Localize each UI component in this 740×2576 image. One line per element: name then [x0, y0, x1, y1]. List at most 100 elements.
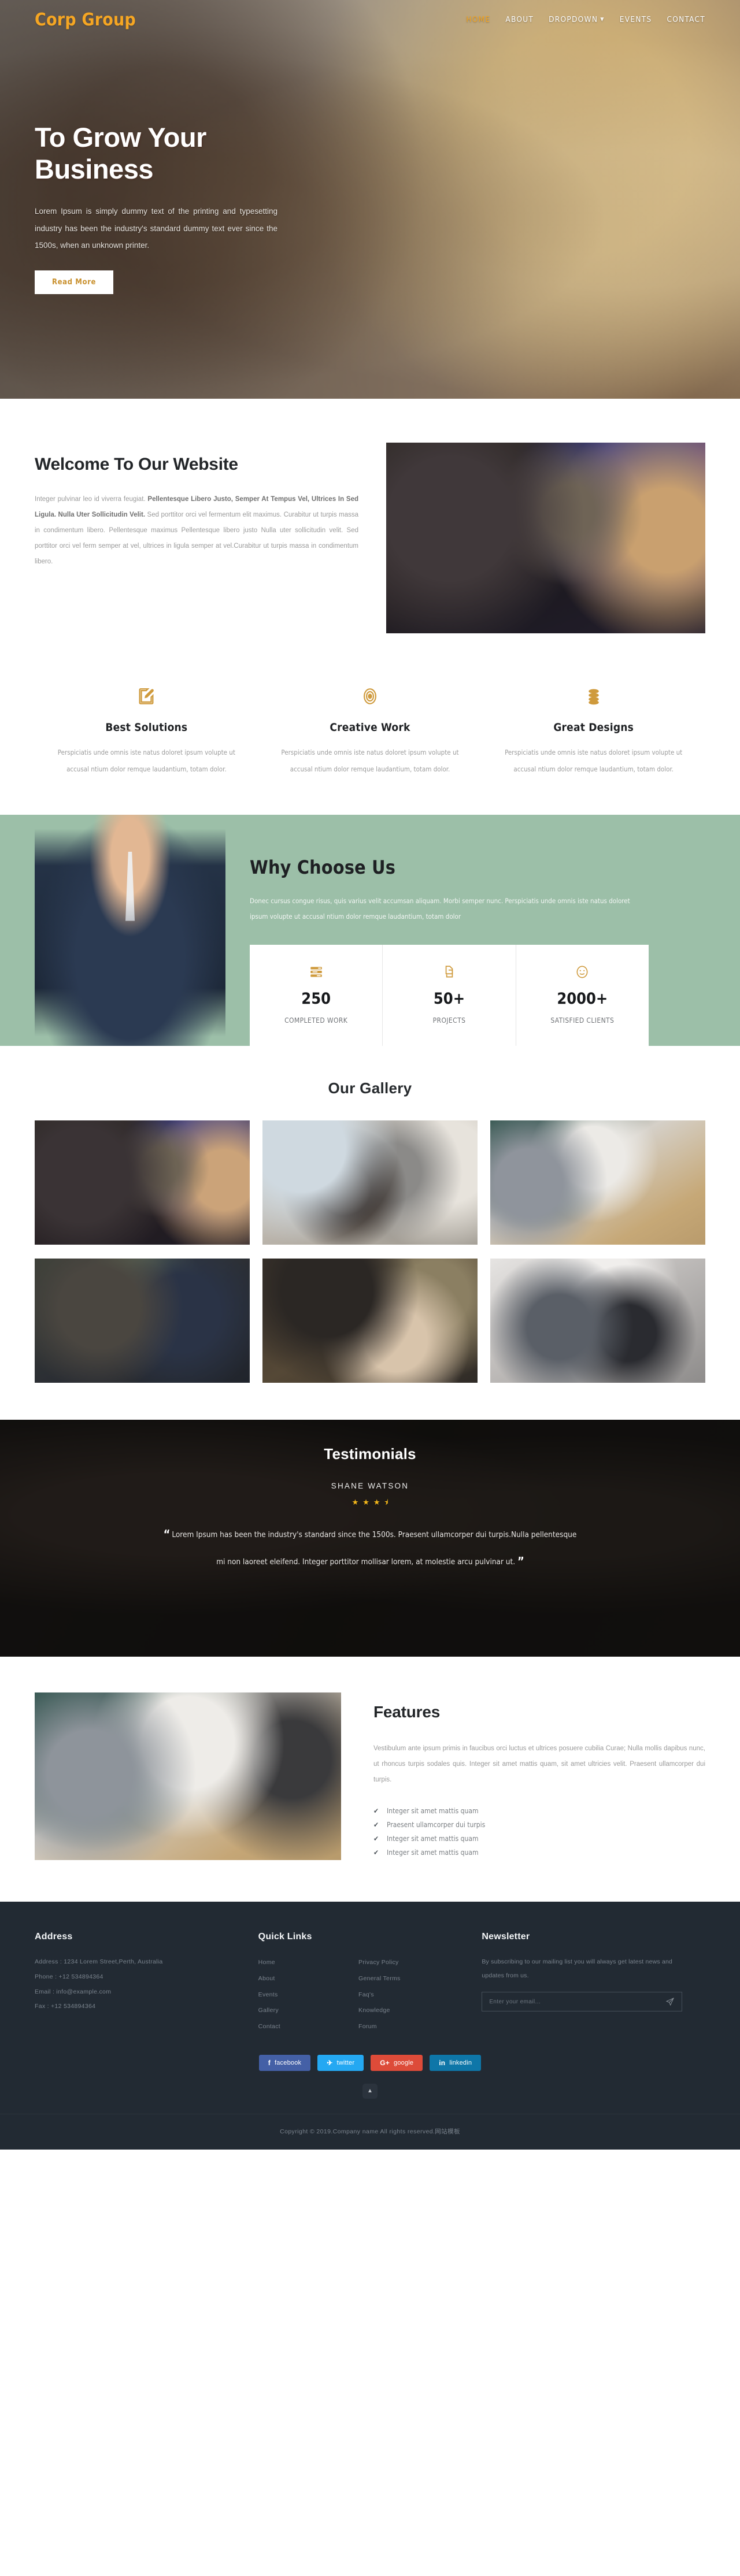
coin-stack-icon	[500, 683, 687, 710]
service-card: Creative Work Perspiciatis unde omnis is…	[258, 683, 482, 778]
check-icon: ✔	[373, 1807, 379, 1816]
social-buttons: f facebook ✈ twitter G+ google in linkedin	[35, 2035, 705, 2084]
twitter-icon: ✈	[327, 2058, 333, 2067]
service-text: Perspiciatis unde omnis iste natus dolor…	[281, 748, 459, 773]
footer-links-col-2: Privacy Policy General Terms Faq's Knowl…	[358, 1955, 458, 2035]
service-title: Great Designs	[553, 721, 634, 734]
stats-row: 250 COMPLETED WORK 50+ PROJECTS 2000+ SA…	[250, 944, 649, 1046]
stat-label: PROJECTS	[432, 1016, 466, 1025]
social-label: twitter	[336, 2059, 355, 2066]
star-icon: ★	[373, 1498, 380, 1507]
footer-newsletter-text: By subscribing to our mailing list you w…	[482, 1958, 673, 1980]
welcome-text-a: Integer pulvinar leo id viverra feugiat.	[35, 496, 148, 503]
star-icon: ★	[352, 1498, 359, 1507]
site-logo[interactable]: Corp Group	[35, 10, 136, 30]
pencil-square-icon	[53, 683, 240, 710]
social-label: facebook	[274, 2059, 302, 2066]
footer-links-col-1: Home About Events Gallery Contact	[258, 1955, 358, 2035]
copy-files-icon	[388, 962, 509, 982]
features-section: Features Vestibulum ante ipsum primis in…	[0, 1657, 740, 1902]
footer-newsletter-title: Newsletter	[482, 1932, 530, 1942]
footer-address-title: Address	[35, 1932, 73, 1942]
stat-card: 2000+ SATISFIED CLIENTS	[516, 945, 649, 1046]
services-section: Best Solutions Perspiciatis unde omnis i…	[0, 656, 740, 815]
hero-paragraph: Lorem Ipsum is simply dummy text of the …	[35, 206, 278, 250]
nav-item-home[interactable]: HOME	[466, 15, 490, 24]
site-header: Corp Group HOME ABOUT DROPDOWN ▼ EVENTS C…	[0, 0, 740, 39]
rating-stars: ★ ★ ★ ⯨	[150, 1498, 590, 1506]
why-choose-us-title: Why Choose Us	[250, 856, 396, 878]
stat-card: 50+ PROJECTS	[383, 944, 516, 1046]
gallery-item[interactable]	[262, 1120, 478, 1245]
service-title: Creative Work	[330, 721, 410, 734]
read-more-button[interactable]: Read More	[35, 270, 114, 294]
footer-link-contact[interactable]: Contact	[258, 2019, 358, 2035]
social-label: linkedin	[449, 2059, 472, 2066]
stat-number: 2000+	[557, 989, 608, 1008]
footer-quicklinks-column: Quick Links Home About Events Gallery Co…	[258, 1932, 482, 2035]
check-icon: ✔	[373, 1835, 379, 1843]
social-facebook-button[interactable]: f facebook	[258, 2054, 311, 2071]
hero-section: Corp Group HOME ABOUT DROPDOWN ▼ EVENTS C…	[0, 0, 740, 399]
linkedin-icon: in	[439, 2058, 446, 2067]
checklist-item: ✔ Integer sit amet mattis quam	[373, 1804, 705, 1818]
gallery-grid	[35, 1120, 705, 1383]
newsletter-email-input[interactable]	[489, 1998, 666, 2005]
footer-address-column: Address Address : 1234 Lorem Street,Pert…	[35, 1932, 258, 2035]
scroll-to-top-button[interactable]: ▲	[362, 2083, 378, 2099]
nav-item-contact[interactable]: CONTACT	[667, 15, 705, 24]
footer-link-faqs[interactable]: Faq's	[358, 1987, 458, 2003]
service-card: Great Designs Perspiciatis unde omnis is…	[482, 683, 705, 778]
paper-plane-icon[interactable]	[665, 1997, 675, 2006]
features-title: Features	[373, 1703, 441, 1721]
social-linkedin-button[interactable]: in linkedin	[430, 2054, 482, 2071]
stat-label: COMPLETED WORK	[284, 1016, 348, 1025]
nav-item-events[interactable]: EVENTS	[620, 15, 652, 24]
service-text: Perspiciatis unde omnis iste natus dolor…	[505, 748, 683, 773]
nav-item-about[interactable]: ABOUT	[505, 15, 534, 24]
testimonials-title: Testimonials	[324, 1445, 416, 1463]
social-google-button[interactable]: G+ google	[371, 2054, 423, 2071]
nav-label: HOME	[466, 15, 491, 24]
gallery-item[interactable]	[262, 1259, 478, 1383]
check-icon: ✔	[373, 1849, 379, 1857]
footer-link-knowledge[interactable]: Knowledge	[358, 2003, 458, 2019]
site-footer: Address Address : 1234 Lorem Street,Pert…	[0, 1902, 740, 2150]
footer-link-home[interactable]: Home	[258, 1955, 358, 1971]
features-photo	[35, 1692, 341, 1861]
smiley-face-icon	[522, 962, 643, 982]
footer-phone-line: Phone : +12 534894364	[35, 1973, 103, 1980]
copyright-text: Copyright © 2019.Company name All rights…	[280, 2128, 460, 2135]
footer-link-gallery[interactable]: Gallery	[258, 2003, 358, 2019]
gallery-item[interactable]	[35, 1120, 250, 1245]
gallery-item[interactable]	[490, 1259, 705, 1383]
server-bars-icon	[256, 962, 376, 982]
service-card: Best Solutions Perspiciatis unde omnis i…	[35, 683, 258, 778]
nav-label: ABOUT	[505, 15, 534, 24]
why-choose-us-section: Why Choose Us Donec cursus congue risus,…	[0, 814, 740, 1046]
footer-link-privacy-policy[interactable]: Privacy Policy	[358, 1955, 458, 1971]
footer-address-line: Address : 1234 Lorem Street,Perth, Austr…	[35, 1958, 163, 1966]
nav-item-dropdown[interactable]: DROPDOWN ▼	[549, 15, 605, 24]
stat-card: 250 COMPLETED WORK	[250, 944, 383, 1046]
service-text: Perspiciatis unde omnis iste natus dolor…	[57, 748, 235, 773]
checklist-item: ✔ Integer sit amet mattis quam	[373, 1832, 705, 1846]
gallery-item[interactable]	[35, 1259, 250, 1383]
testimonial-author: SHANE WATSON	[331, 1482, 409, 1491]
copyright-bar: Copyright © 2019.Company name All rights…	[0, 2113, 740, 2150]
features-checklist: ✔ Integer sit amet mattis quam ✔ Praesent …	[373, 1804, 705, 1859]
why-choose-us-text: Donec cursus congue risus, quis varius v…	[250, 896, 630, 921]
footer-link-forum[interactable]: Forum	[358, 2019, 458, 2035]
social-label: google	[394, 2059, 414, 2066]
testimonial-quote-text: Lorem Ipsum has been the industry's stan…	[172, 1530, 577, 1567]
footer-link-about[interactable]: About	[258, 1971, 358, 1987]
checklist-label: Integer sit amet mattis quam	[387, 1849, 479, 1857]
checklist-item: ✔ Integer sit amet mattis quam	[373, 1846, 705, 1859]
footer-link-general-terms[interactable]: General Terms	[358, 1971, 458, 1987]
newsletter-form	[482, 1992, 683, 2012]
footer-link-events[interactable]: Events	[258, 1987, 358, 2003]
checklist-item: ✔ Praesent ullamcorper dui turpis	[373, 1818, 705, 1832]
gallery-item[interactable]	[490, 1120, 705, 1245]
service-title: Best Solutions	[105, 721, 188, 734]
social-twitter-button[interactable]: ✈ twitter	[317, 2054, 364, 2071]
